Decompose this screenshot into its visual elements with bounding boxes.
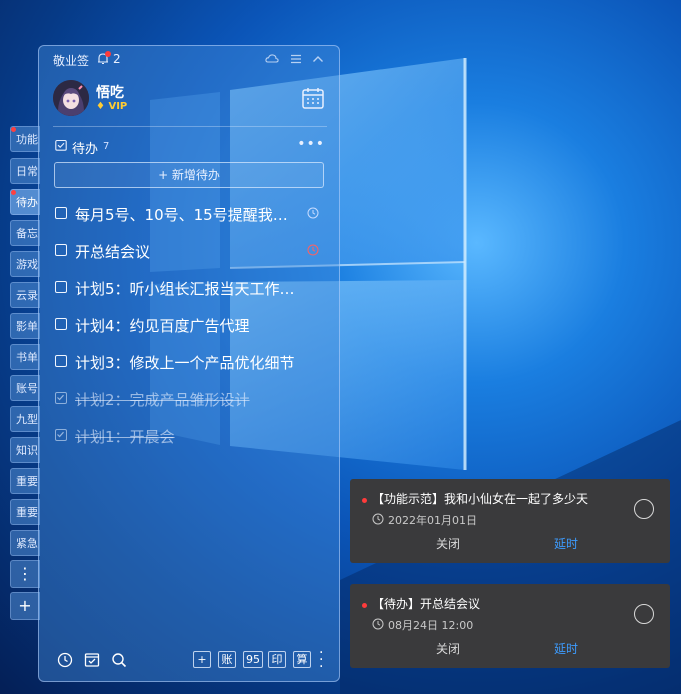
reminder-notification: 【功能示范】我和小仙女在一起了多少天 2022年01月01日 关闭 延时: [350, 479, 670, 563]
todo-text: 计划2：完成产品雏形设计: [75, 391, 250, 409]
unread-dot: [362, 603, 367, 608]
history-clock-icon[interactable]: [57, 652, 73, 668]
notification-dot: [105, 51, 111, 57]
todo-item[interactable]: 计划5：听小组长汇报当天工作…: [55, 278, 327, 300]
side-tab-important-1[interactable]: 重要: [10, 468, 40, 494]
side-tab-books[interactable]: 书单: [10, 344, 40, 370]
notification-time: 2022年01月01日: [388, 514, 477, 527]
todo-text: 每月5号、10号、15号提醒我…: [75, 206, 288, 224]
collapse-icon[interactable]: [311, 52, 325, 66]
side-more-button[interactable]: ⋮: [10, 560, 40, 588]
user-name: 悟吃: [96, 85, 124, 101]
app-title: 敬业签: [53, 54, 90, 68]
todo-checkbox[interactable]: [55, 281, 67, 293]
add-tool-button[interactable]: +: [193, 651, 211, 668]
side-tab-function[interactable]: 功能: [10, 126, 40, 152]
title-bar: 敬业签 2: [39, 46, 339, 72]
todo-text: 计划1：开晨会: [75, 428, 175, 446]
bottom-toolbar: + 账 95 印 算 · · ·: [39, 646, 339, 676]
notification-count: 2: [113, 52, 121, 66]
todo-text: 计划4：约见百度广告代理: [75, 317, 250, 335]
unread-dot: [362, 498, 367, 503]
clock-icon: [372, 513, 384, 525]
todo-title: 待办: [72, 142, 99, 157]
side-tab-knowledge[interactable]: 知识: [10, 437, 40, 463]
side-tab-game[interactable]: 游戏: [10, 251, 40, 277]
accounting-button[interactable]: 账: [218, 651, 236, 668]
toolbar-more-icon[interactable]: · · ·: [319, 646, 323, 674]
notification-title: 【功能示范】我和小仙女在一起了多少天: [372, 492, 589, 506]
clock-icon: [307, 207, 319, 219]
sticky-note-panel: 敬业签 2 悟吃 ♦ VIP 待办 7 ••• + 新增待办 每月5号、10号、…: [38, 45, 340, 682]
notification-time: 08月24日 12:00: [388, 619, 474, 632]
side-tab-daily[interactable]: 日常: [10, 158, 40, 184]
snooze-button[interactable]: 延时: [554, 640, 578, 657]
calendar-icon[interactable]: [301, 86, 325, 110]
add-todo-button[interactable]: + 新增待办: [54, 162, 324, 188]
avatar[interactable]: [53, 80, 89, 116]
calculator-button[interactable]: 算: [293, 651, 311, 668]
more-options-icon[interactable]: •••: [297, 136, 325, 152]
todo-checkbox-checked[interactable]: [55, 392, 67, 404]
todo-header: 待办 7 •••: [55, 136, 327, 157]
side-tab-todo[interactable]: 待办: [10, 189, 40, 215]
counter-95-button[interactable]: 95: [243, 651, 263, 668]
todo-item[interactable]: 计划4：约见百度广告代理: [55, 315, 327, 337]
divider: [53, 126, 327, 127]
snooze-button[interactable]: 延时: [554, 535, 578, 552]
close-button[interactable]: 关闭: [436, 535, 460, 552]
close-button[interactable]: 关闭: [436, 640, 460, 657]
side-tab-accounts[interactable]: 账号: [10, 375, 40, 401]
side-tab-important-2[interactable]: 重要: [10, 499, 40, 525]
todo-checkbox[interactable]: [55, 318, 67, 330]
side-tab-memo[interactable]: 备忘: [10, 220, 40, 246]
todo-checkbox-checked[interactable]: [55, 429, 67, 441]
todo-item[interactable]: 计划3：修改上一个产品优化细节: [55, 352, 327, 374]
print-button[interactable]: 印: [268, 651, 286, 668]
mark-done-circle[interactable]: [634, 604, 654, 624]
clock-icon: [372, 618, 384, 630]
alarm-icon: [307, 244, 319, 256]
todo-item[interactable]: 每月5号、10号、15号提醒我…: [55, 204, 327, 226]
user-profile: 悟吃 ♦ VIP: [39, 76, 339, 126]
notification-title: 【待办】开总结会议: [372, 597, 481, 611]
search-icon[interactable]: [111, 652, 127, 668]
todo-text: 计划5：听小组长汇报当天工作…: [75, 280, 295, 298]
side-tab-enneagram[interactable]: 九型: [10, 406, 40, 432]
todo-checkbox[interactable]: [55, 244, 67, 256]
todo-item-done[interactable]: 计划1：开晨会: [55, 426, 327, 448]
cloud-sync-icon[interactable]: [265, 52, 279, 66]
todo-text: 计划3：修改上一个产品优化细节: [75, 354, 295, 372]
side-add-button[interactable]: +: [10, 592, 40, 620]
side-tab-cloud[interactable]: 云录: [10, 282, 40, 308]
todo-item-done[interactable]: 计划2：完成产品雏形设计: [55, 389, 327, 411]
completed-box-icon[interactable]: [84, 652, 100, 668]
mark-done-circle[interactable]: [634, 499, 654, 519]
reminder-notification: 【待办】开总结会议 08月24日 12:00 关闭 延时: [350, 584, 670, 668]
side-tab-urgent[interactable]: 紧急: [10, 530, 40, 556]
menu-icon[interactable]: [289, 52, 303, 66]
todo-text: 开总结会议: [75, 243, 151, 261]
side-tab-movies[interactable]: 影单: [10, 313, 40, 339]
todo-checkbox[interactable]: [55, 207, 67, 219]
todo-item[interactable]: 开总结会议: [55, 241, 327, 263]
todo-checkbox[interactable]: [55, 355, 67, 367]
todo-count: 7: [103, 141, 110, 152]
vip-badge: ♦ VIP: [96, 101, 128, 112]
todo-check-icon: [55, 139, 67, 151]
